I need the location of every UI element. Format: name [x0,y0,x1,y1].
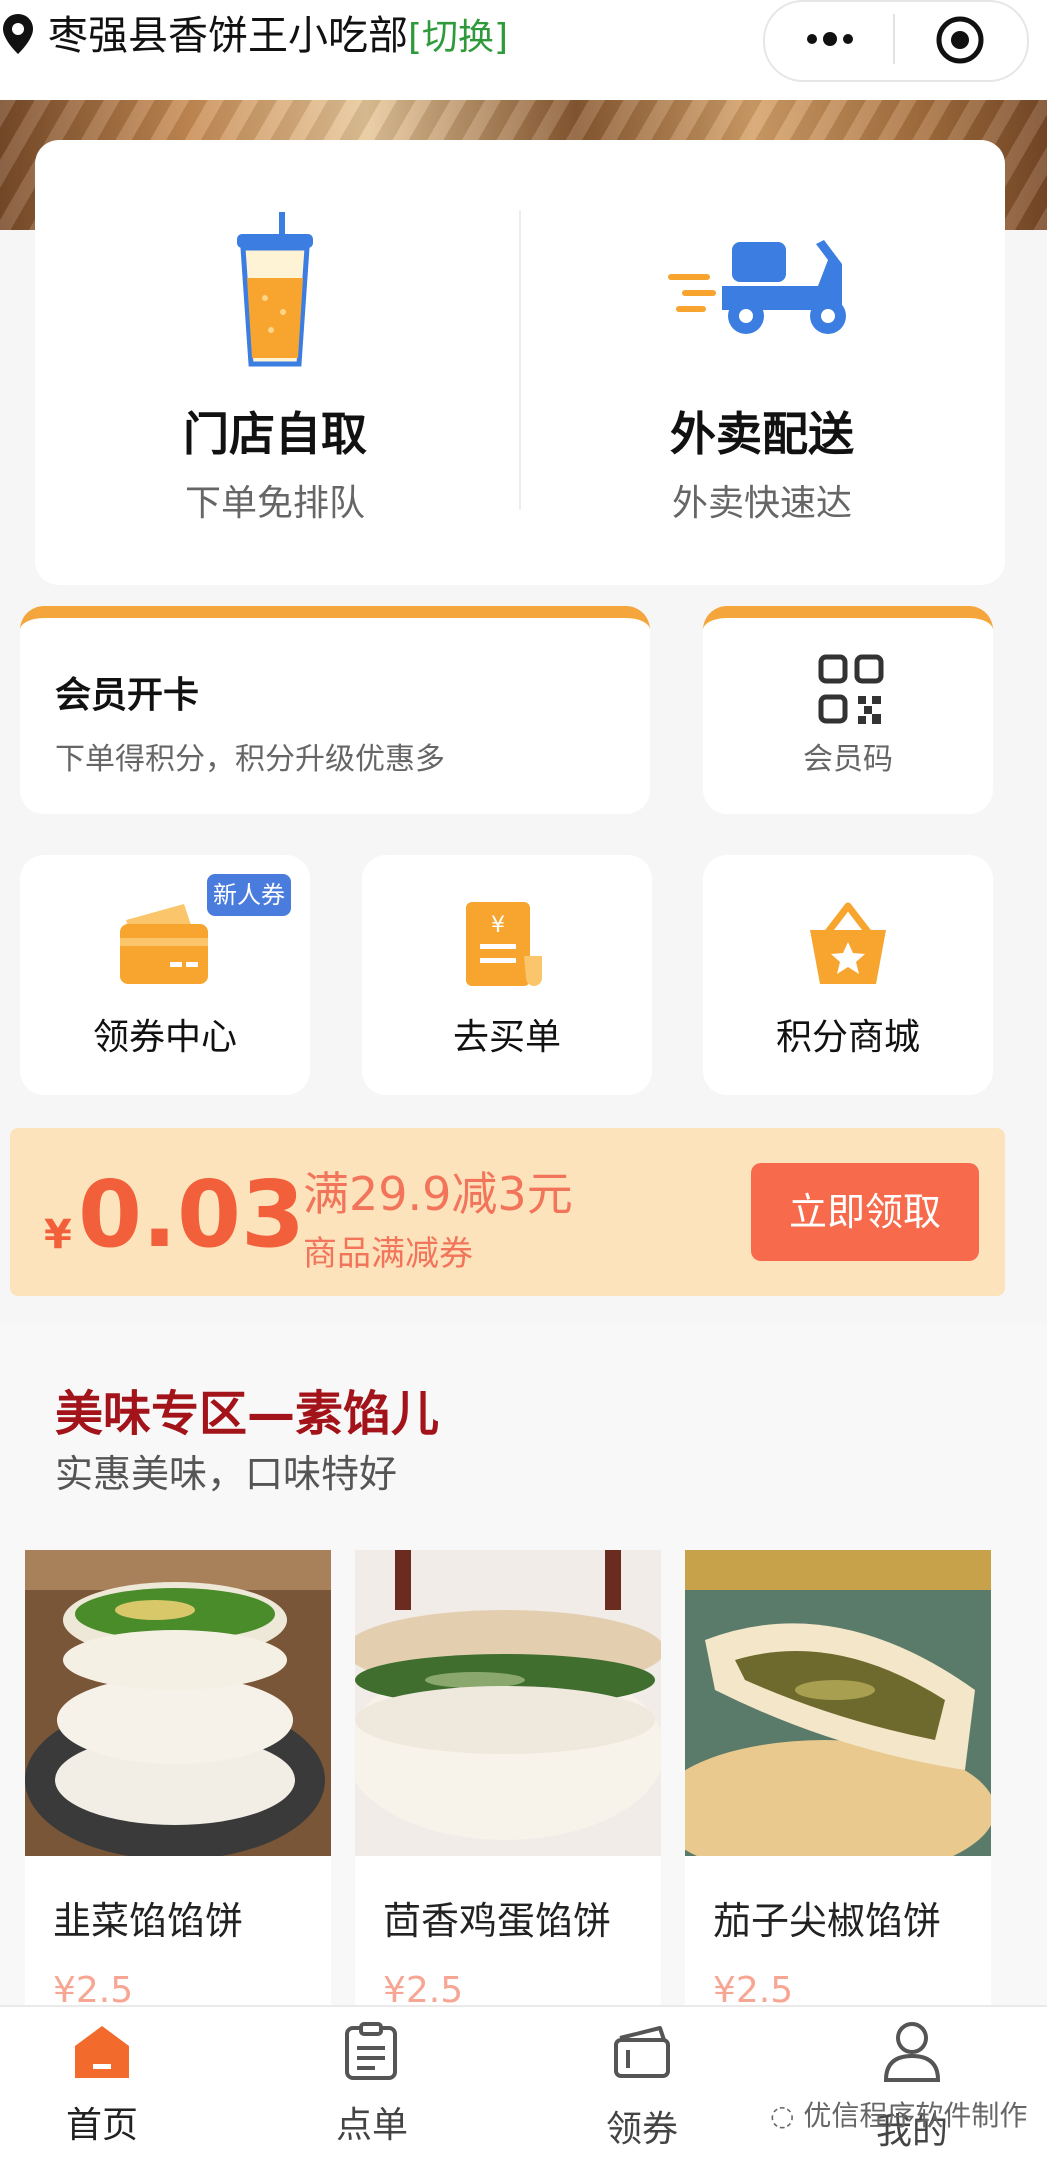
section-subtitle: 实惠美味，口味特好 [55,1452,398,1496]
coupon-card-icon [120,904,208,984]
more-menu-icon[interactable] [802,18,858,60]
section-title: 美味专区—素馅儿 [55,1386,440,1442]
store-name: 枣强县香饼王小吃部 [48,13,408,59]
product-card[interactable]: 茴香鸡蛋馅饼 ¥2.5 [355,1550,661,2030]
coupon-currency: ¥ [44,1212,72,1258]
coupon-type: 商品满减券 [303,1234,473,1274]
member-card-title: 会员开卡 [55,675,200,716]
capsule-divider [893,14,895,64]
product-image [25,1550,331,1856]
user-profile-icon [883,2022,941,2082]
drink-cup-icon [237,212,313,367]
pickup-subtitle: 下单免排队 [184,483,365,524]
delivery-title: 外卖配送 [670,407,854,461]
delivery-subtitle: 外卖快速达 [671,483,852,524]
watermark-text: 优信程序软件制作 [803,2099,1028,2132]
product-card[interactable]: 韭菜馅馅饼 ¥2.5 [25,1550,331,2030]
pickup-title: 门店自取 [183,407,367,461]
bill-icon: ¥ [466,902,542,986]
coupon-center-label: 领券中心 [92,1017,237,1058]
tab-coupons-label: 领券 [605,2109,678,2150]
pay-bill-label: 去买单 [452,1017,561,1058]
watermark: ◌ 优信程序软件制作 [770,2094,1027,2134]
close-mini-program-icon[interactable] [934,14,986,66]
switch-store-link[interactable]: [切换] [408,17,508,58]
product-name: 茄子尖椒馅饼 [713,1899,942,1943]
coupon-condition: 满29.9减3元 [303,1167,573,1221]
product-name: 茴香鸡蛋馅饼 [383,1899,612,1943]
store-selector[interactable]: 枣强县香饼王小吃部[切换] [48,10,508,64]
product-name: 韭菜馅馅饼 [53,1899,244,1943]
home-icon [75,2026,129,2078]
coupon-amount: 0.03 [78,1161,305,1268]
product-image [355,1550,661,1856]
points-mall-label: 积分商城 [775,1017,920,1058]
mode-divider [519,210,521,510]
member-card-subtitle: 下单得积分，积分升级优惠多 [55,742,445,777]
member-code-label: 会员码 [803,742,893,777]
svg-text:¥: ¥ [491,913,505,938]
qr-code-icon [818,654,884,724]
wechat-logo-icon: ◌ [770,2099,795,2132]
delivery-scooter-icon [668,240,846,334]
product-image [685,1550,991,1856]
tab-order-label: 点单 [335,2105,408,2146]
claim-coupon-button[interactable]: 立即领取 [751,1163,979,1261]
product-card[interactable]: 茄子尖椒馅饼 ¥2.5 [685,1550,991,2030]
wallet-icon [614,2026,670,2078]
order-list-icon [345,2022,397,2080]
new-user-coupon-badge: 新人券 [207,874,291,916]
tab-home-label: 首页 [65,2105,138,2146]
location-pin-icon [3,14,33,54]
star-basket-icon [810,902,886,984]
